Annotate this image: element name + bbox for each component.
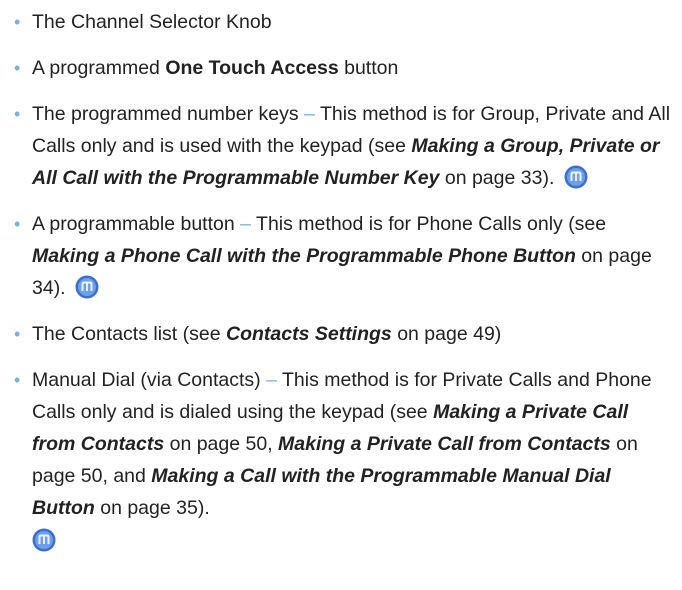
dash: – [266, 369, 277, 391]
dash: – [240, 213, 251, 235]
item-text: Manual Dial (via Contacts) [32, 369, 267, 391]
radio-mode-icon [564, 165, 588, 189]
item-text: button [338, 57, 399, 79]
cross-reference-link[interactable]: Making a Phone Call with the Programmabl… [32, 245, 576, 267]
list-item-number-keys: • The programmed number keys – This meth… [14, 98, 672, 194]
list-item-contacts-list: • The Contacts list (see Contacts Settin… [14, 318, 672, 350]
cross-reference-link[interactable]: Contacts Settings [226, 323, 392, 345]
bullet-icon: • [14, 104, 21, 124]
radio-mode-icon [32, 528, 56, 552]
item-text: The Channel Selector Knob [32, 11, 272, 33]
item-text: on page 33). [439, 167, 555, 189]
cross-reference-link[interactable]: Making a Private Call from Contacts [278, 433, 611, 455]
bullet-icon: • [14, 12, 21, 32]
dash: – [304, 103, 315, 125]
bullet-icon: • [14, 324, 21, 344]
item-text: A programmed [32, 57, 166, 79]
item-text: The programmed number keys [32, 103, 305, 125]
list-item-one-touch-access: • A programmed One Touch Access button [14, 52, 672, 84]
bullet-icon: • [14, 370, 21, 390]
item-text: This method is for Phone Calls only (see [250, 213, 607, 235]
item-text: The Contacts list (see [32, 323, 226, 345]
item-text: A programmable button [32, 213, 241, 235]
item-text: on page 49) [391, 323, 502, 345]
list-item-manual-dial: • Manual Dial (via Contacts) – This meth… [14, 364, 672, 552]
bullet-icon: • [14, 214, 21, 234]
list-item-channel-selector: • The Channel Selector Knob [14, 6, 672, 38]
method-list: • The Channel Selector Knob • A programm… [0, 0, 682, 552]
list-item-programmable-button: • A programmable button – This method is… [14, 208, 672, 304]
bullet-icon: • [14, 58, 21, 78]
radio-mode-icon [75, 275, 99, 299]
item-text: on page 50, [164, 433, 279, 455]
item-text: on page 35). [94, 497, 210, 519]
item-bold-text: One Touch Access [165, 57, 339, 79]
